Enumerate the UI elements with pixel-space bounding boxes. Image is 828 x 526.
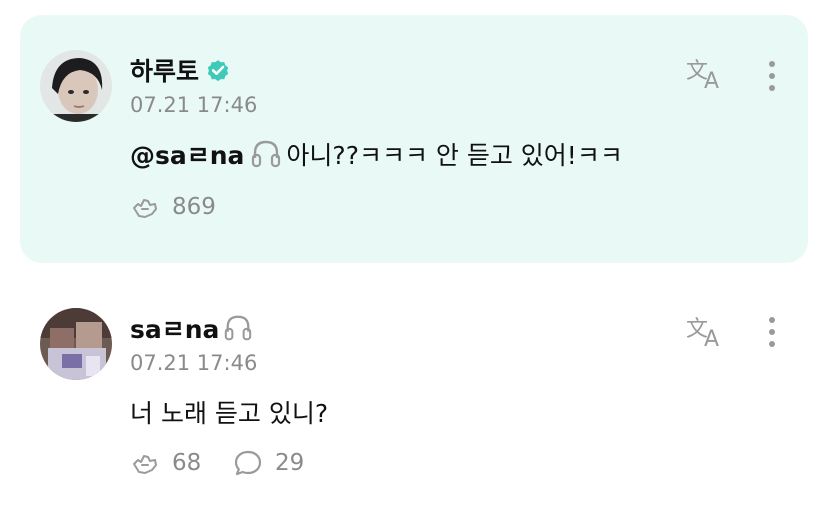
like-button[interactable]: 869 [130,192,216,222]
translate-icon[interactable]: 文 A [686,314,728,350]
avatar[interactable] [40,50,112,122]
headphones-icon [223,313,253,343]
comment-author[interactable]: 하루토 [130,52,231,88]
comment-timestamp: 07.21 17:46 [130,351,258,375]
comment-body: 너 노래 듣고 있니? [130,394,328,430]
comment-text: 너 노래 듣고 있니? [130,399,329,428]
like-count: 869 [172,194,216,220]
comment-text: 아니??ㅋㅋㅋ 안 듣고 있어!ㅋㅋ [286,141,623,170]
comment-body: @saㄹna 아니??ㅋㅋㅋ 안 듣고 있어!ㅋㅋ [130,136,623,172]
svg-text:A: A [704,327,719,350]
more-options-icon[interactable] [766,314,778,350]
mention-link[interactable]: @saㄹna [130,136,244,172]
author-name: saㄹna [130,315,220,344]
like-button[interactable]: 68 [130,448,201,478]
reply-icon [233,448,263,478]
translate-icon[interactable]: 文 A [686,56,728,92]
more-options-icon[interactable] [766,58,778,94]
comment-author[interactable]: saㄹna [130,310,253,346]
verified-badge-icon [205,57,231,83]
svg-text:A: A [704,69,719,92]
headphones-icon [250,138,282,170]
like-count: 68 [172,450,202,476]
comment-timestamp: 07.21 17:46 [130,93,258,117]
reply-count: 29 [275,450,305,476]
like-icon [130,448,160,478]
avatar[interactable] [40,308,112,380]
reply-button[interactable]: 29 [233,448,304,478]
author-name: 하루토 [130,57,200,86]
like-icon [130,192,160,222]
